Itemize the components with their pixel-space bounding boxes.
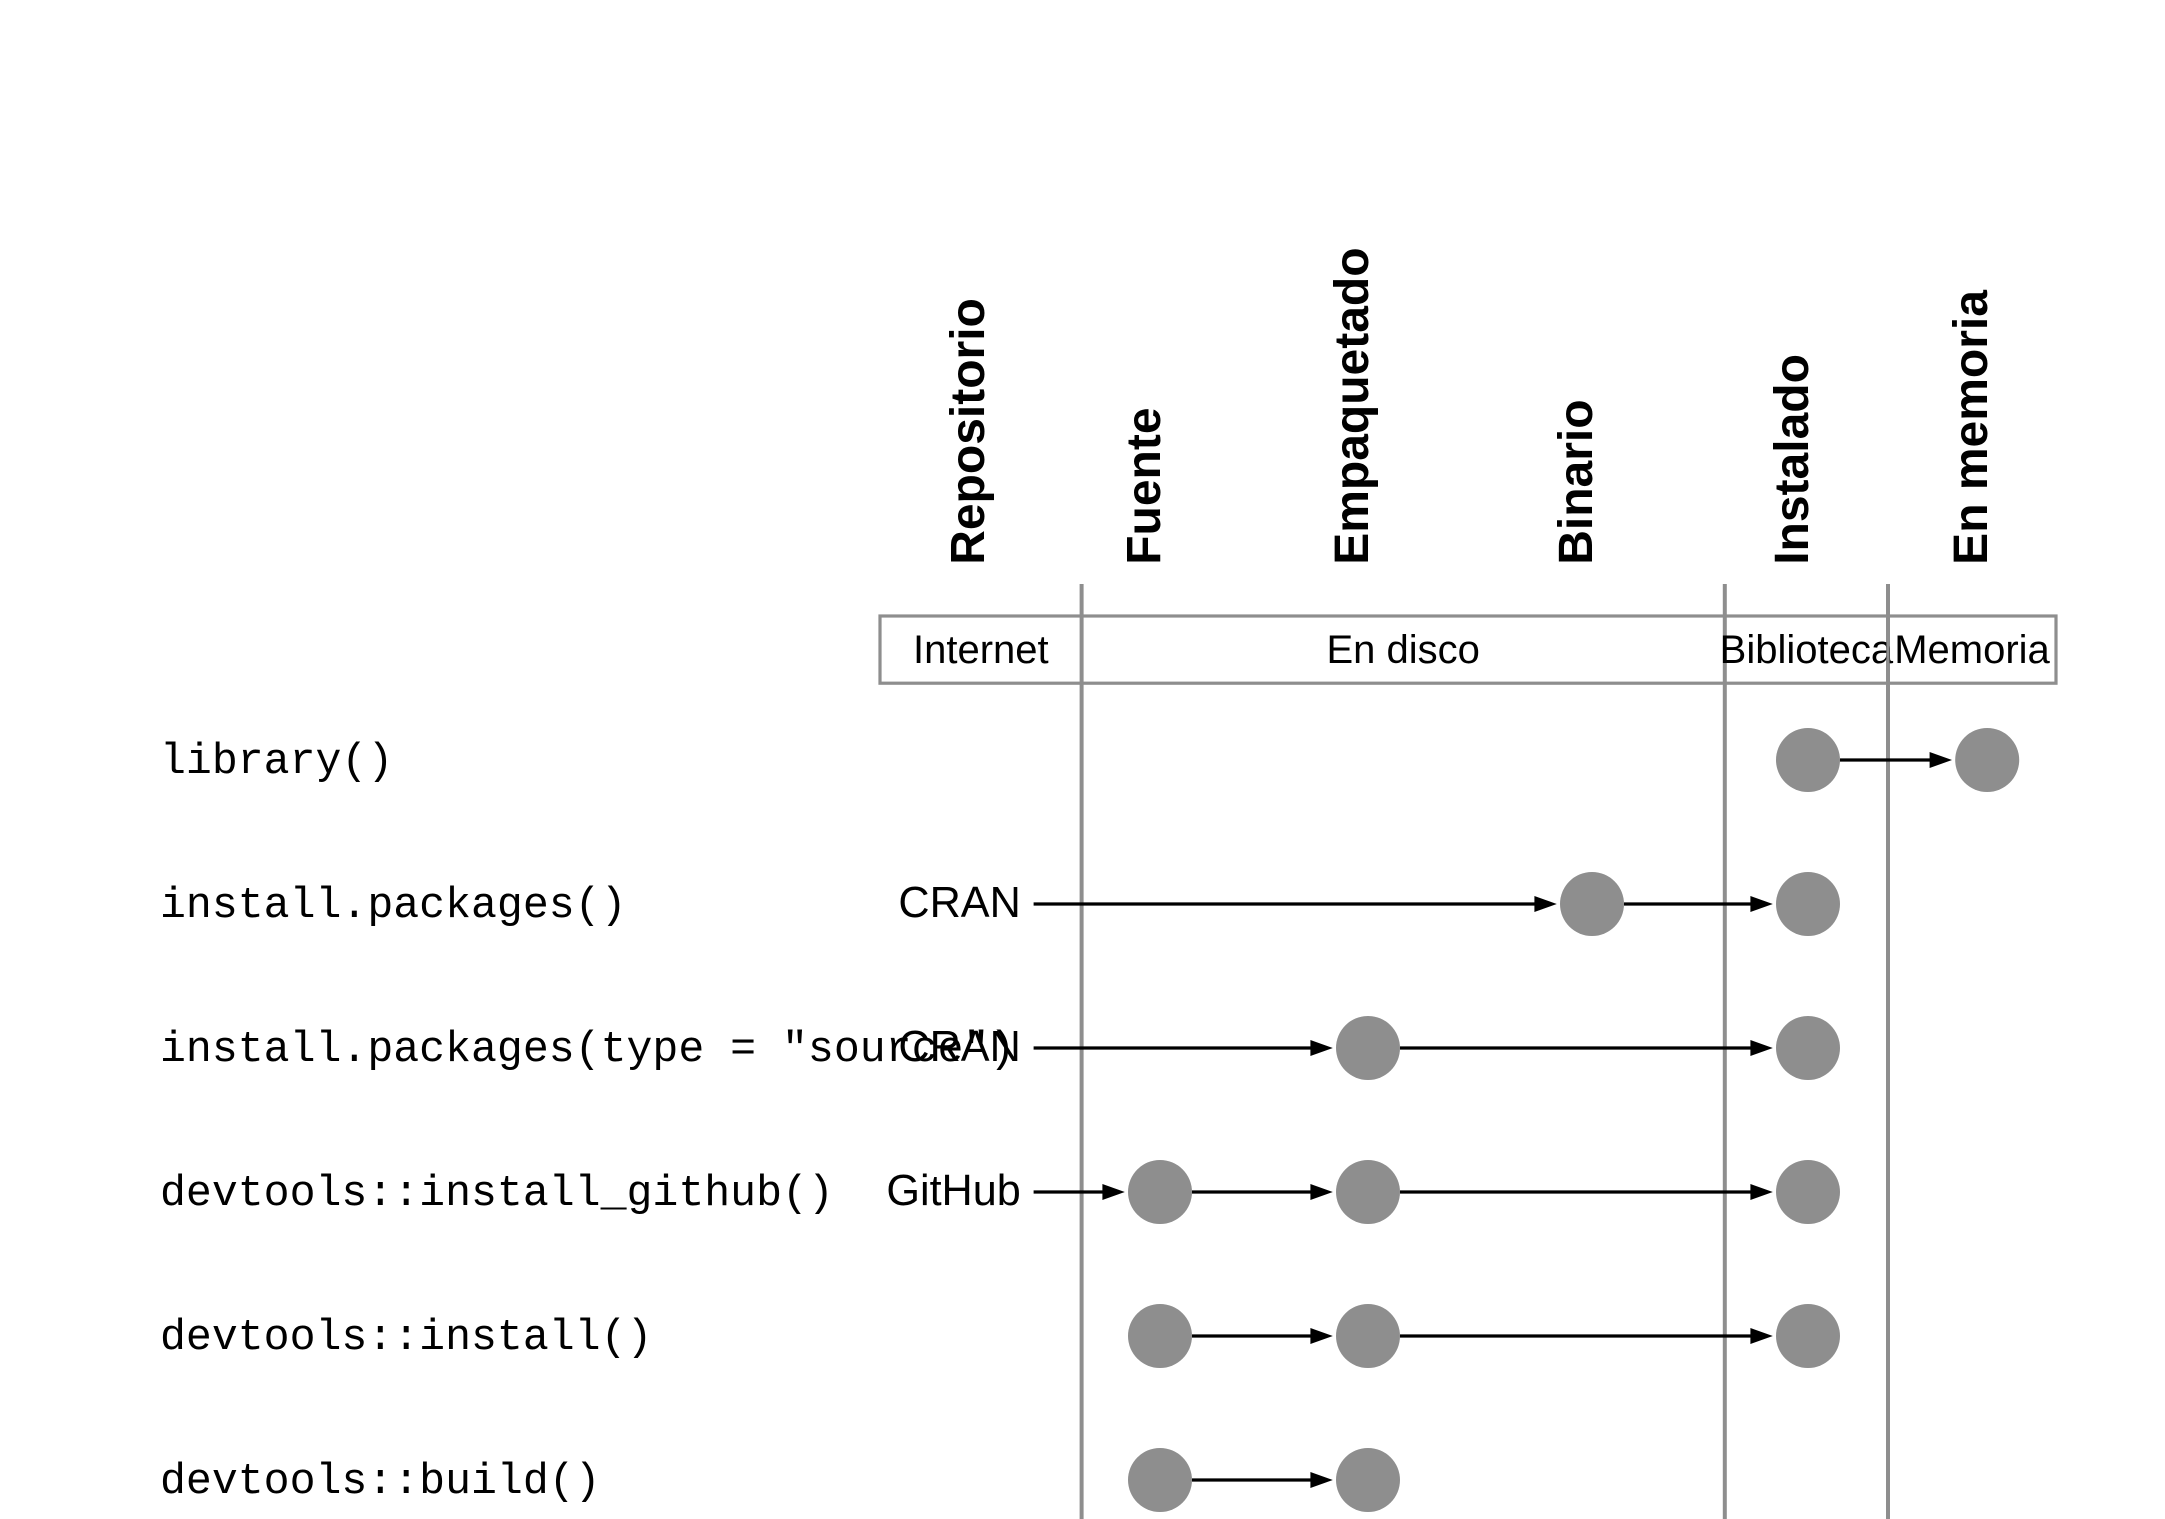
package-states-diagram: Repositorio Fuente Empaquetado Binario Insta… (0, 0, 2165, 1519)
row-label: install.packages(type = "source") (160, 1025, 1015, 1074)
node-instalado (1776, 728, 1840, 792)
node-fuente (1128, 1448, 1192, 1512)
node-instalado (1776, 1016, 1840, 1080)
row-label: library() (160, 737, 393, 786)
column-header-instalado: Instalado (1766, 354, 1819, 565)
subheader-memoria: Memoria (1894, 628, 2050, 672)
node-fuente (1128, 1304, 1192, 1368)
column-header-empaq: Empaquetado (1326, 247, 1379, 564)
repo-label: CRAN (898, 879, 1020, 927)
subheader-fuente: En disco (1326, 628, 1479, 672)
node-empaq (1336, 1448, 1400, 1512)
column-header-fuente: Fuente (1118, 407, 1171, 564)
node-instalado (1776, 872, 1840, 936)
column-header-repo: Repositorio (942, 298, 995, 565)
node-instalado (1776, 1160, 1840, 1224)
node-instalado (1776, 1304, 1840, 1368)
node-fuente (1128, 1160, 1192, 1224)
row-label: devtools::install() (160, 1313, 652, 1362)
subheader-instalado: Biblioteca (1720, 628, 1894, 672)
row-label: devtools::build() (160, 1457, 601, 1506)
repo-label: GitHub (886, 1167, 1020, 1215)
column-header-binario: Binario (1550, 399, 1603, 564)
node-empaq (1336, 1304, 1400, 1368)
repo-label: CRAN (898, 1023, 1020, 1071)
node-binario (1560, 872, 1624, 936)
column-header-memoria: En memoria (1945, 290, 1998, 565)
node-empaq (1336, 1160, 1400, 1224)
row-label: devtools::install_github() (160, 1169, 834, 1218)
row-label: install.packages() (160, 881, 627, 930)
node-empaq (1336, 1016, 1400, 1080)
subheader-repo: Internet (913, 628, 1049, 672)
node-memoria (1955, 728, 2019, 792)
